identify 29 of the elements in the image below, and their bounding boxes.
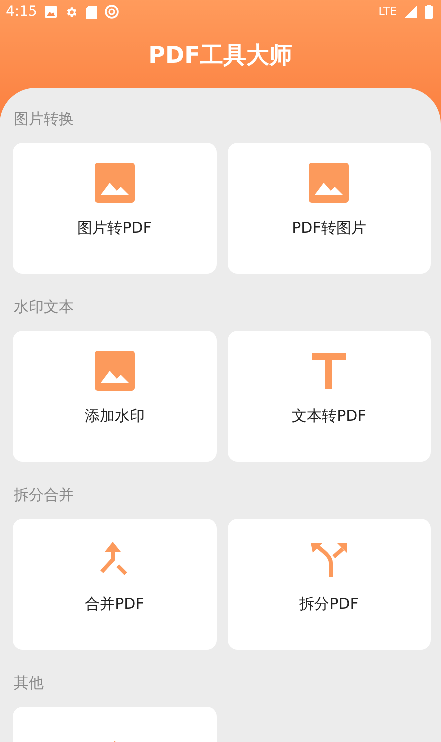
tool-label: PDF转图片 [292,218,366,239]
section-heading: 其他 [14,673,45,694]
tool-label: 文本转PDF [292,406,366,427]
tool-card[interactable]: 添加水印 [13,331,216,462]
section-heading: 图片转换 [14,109,75,130]
sd-card-icon [86,6,98,18]
battery-icon [425,5,433,19]
image-icon [45,6,58,18]
clock-time: 4:15 [6,2,38,22]
image-icon [94,163,135,203]
section-heading: 水印文本 [14,297,75,318]
signal-icon [405,6,417,18]
tool-label: 合并PDF [85,594,144,615]
tool-card[interactable]: PDF转图片 [228,143,431,274]
tool-label: 拆分PDF [300,594,359,615]
image-icon [309,163,350,203]
network-type: LTE [378,4,397,20]
image-icon [94,351,135,391]
circle-icon [105,5,120,19]
tool-card[interactable]: 合并PDF [13,519,216,650]
tool-card[interactable]: 文本转PDF [228,331,431,462]
tool-label: 图片转PDF [78,218,152,239]
tool-label: 添加水印 [84,406,145,427]
gear-icon [65,6,78,18]
text-icon [312,353,346,389]
tool-card[interactable]: 拆分PDF [228,519,431,650]
section-heading: 拆分合并 [14,485,75,506]
app-title: PDF工具大师 [148,42,292,71]
tool-card[interactable]: 图片转PDF [13,143,216,274]
